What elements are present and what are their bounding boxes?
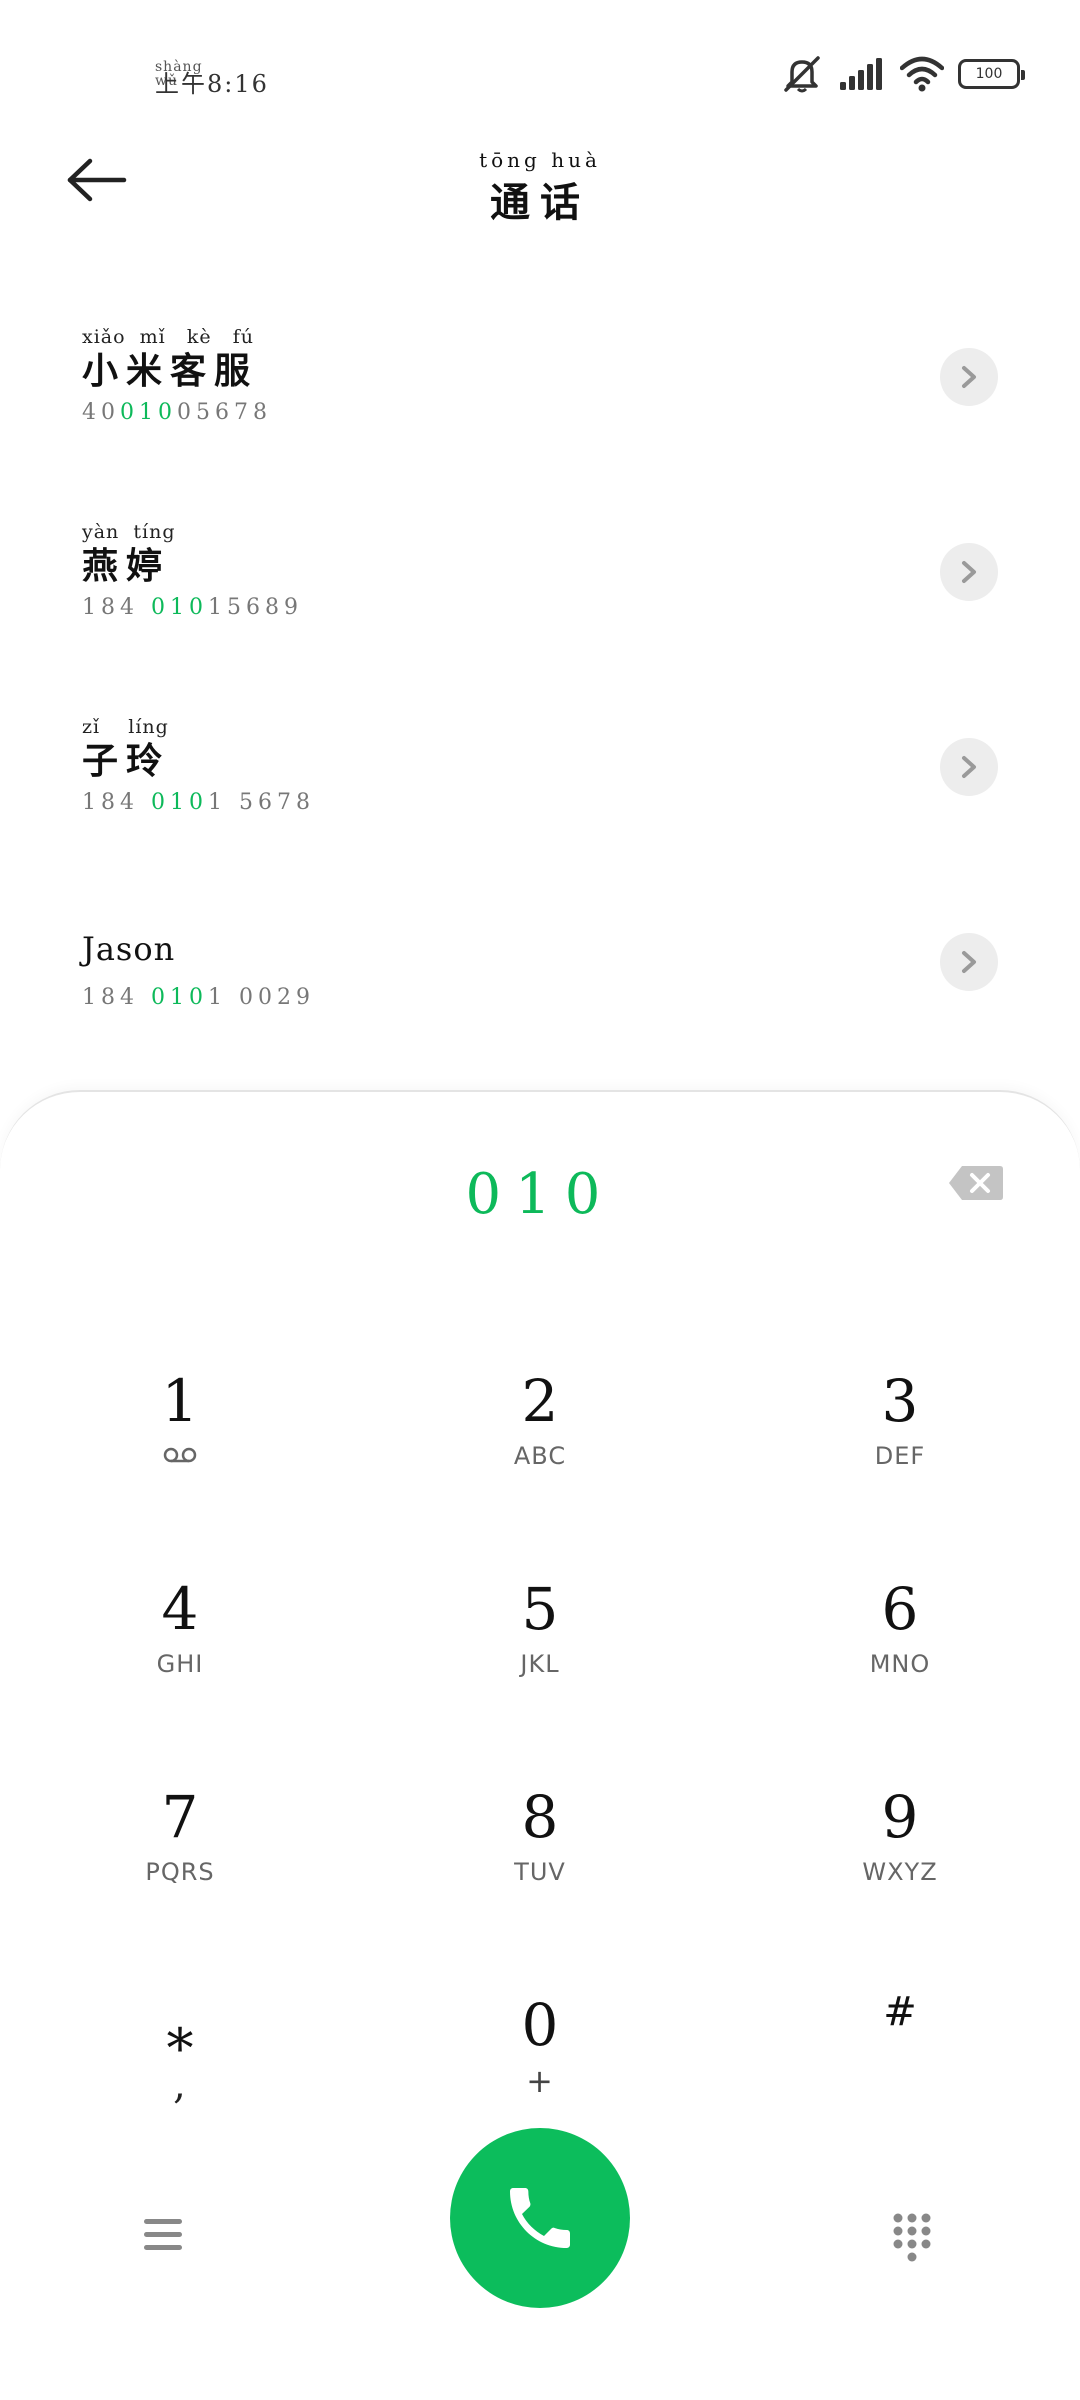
key-letters: TUV [514,1858,566,1886]
mute-icon [784,56,820,93]
bottom-bar [0,2120,1080,2320]
key-digit: 9 [881,1783,919,1851]
key-3[interactable]: 3 DEF [760,1372,1040,1542]
contact-row[interactable]: yàn tíng 燕婷 184 01015689 [0,495,1080,685]
contact-row[interactable]: Jason 184 0101 0029 [0,885,1080,1075]
signal-icon [840,58,882,90]
key-letters: , [173,2062,187,2108]
contact-number-match: 010 [150,790,208,815]
key-digit: 8 [521,1783,559,1851]
key-letters [40,1442,320,1470]
contact-number: 184 0101 5678 [82,790,315,815]
key-letters: ABC [513,1442,567,1470]
contact-number-suffix: 05678 [177,400,272,425]
voicemail-icon [163,1447,197,1463]
battery-icon: 100 [958,59,1025,89]
key-digit: 3 [881,1367,919,1435]
contact-number-suffix: 15689 [207,595,303,620]
key-letters: DEF [874,1442,926,1470]
key-5[interactable]: 5 JKL [400,1580,680,1750]
contact-number-prefix: 40 [82,400,120,425]
contact-name: Jason [82,930,176,968]
key-digit: 0 [521,1991,559,2059]
contact-number-match: 010 [120,400,177,425]
menu-icon [144,2219,182,2250]
key-digit: 1 [161,1367,199,1435]
key-2[interactable]: 2 ABC [400,1372,680,1542]
keypad-toggle-button[interactable] [890,2210,940,2270]
phone-icon [510,2188,570,2248]
contact-number: 184 01015689 [82,595,303,620]
contact-name: 小米客服 [82,350,259,392]
contact-row[interactable]: xiǎo mǐ kè fú 小米客服 4001005678 [0,300,1080,490]
backspace-icon [949,1166,1003,1200]
contact-number-match: 010 [150,985,208,1010]
key-digit: # [883,1989,917,2035]
key-1[interactable]: 1 [40,1372,320,1542]
page-title-text: 通话 [490,179,590,226]
key-digit: 7 [161,1783,199,1851]
key-letters: MNO [869,1650,931,1678]
call-button[interactable] [450,2128,630,2308]
contact-number: 184 0101 0029 [82,985,315,1010]
key-7[interactable]: 7 PQRS [40,1788,320,1958]
battery-level: 100 [975,66,1003,82]
menu-button[interactable] [140,2215,190,2265]
key-letters: WXYZ [862,1858,938,1886]
contact-detail-button[interactable] [940,543,998,601]
key-letters: + [526,2062,554,2100]
key-letters: PQRS [145,1858,215,1886]
chevron-right-icon [962,561,976,583]
page-title: tōng huà 通话 [0,148,1080,228]
contact-number: 4001005678 [82,400,272,425]
header: tōng huà 通话 [0,140,1080,240]
contact-number-prefix: 184 [82,790,151,815]
contact-number-prefix: 184 [82,985,151,1010]
chevron-right-icon [962,366,976,388]
status-bar: shàng wǔ 上午8:16 100 [0,0,1080,120]
contact-detail-button[interactable] [940,738,998,796]
page-title-ruby: tōng huà [479,148,601,172]
chevron-right-icon [962,756,976,778]
contact-detail-button[interactable] [940,348,998,406]
contact-number-match: 010 [150,595,208,620]
wifi-icon [900,56,944,92]
dialed-number: 010 [465,1162,615,1227]
contact-number-suffix: 1 5678 [207,790,315,815]
key-4[interactable]: 4 GHI [40,1580,320,1750]
key-digit: 4 [161,1575,199,1643]
key-digit: 2 [521,1367,559,1435]
key-6[interactable]: 6 MNO [760,1580,1040,1750]
contact-row[interactable]: zǐ líng 子玲 184 0101 5678 [0,690,1080,880]
status-time-text: 上午8:16 [155,70,269,98]
backspace-button[interactable] [948,1164,1004,1202]
key-9[interactable]: 9 WXYZ [760,1788,1040,1958]
contact-name: 子玲 [82,740,171,782]
chevron-right-icon [962,951,976,973]
status-icons: 100 [780,52,1025,96]
contact-number-suffix: 1 0029 [207,985,315,1010]
contact-detail-button[interactable] [940,933,998,991]
key-8[interactable]: 8 TUV [400,1788,680,1958]
key-letters: GHI [156,1650,204,1678]
key-digit: 5 [521,1575,559,1643]
contact-number-prefix: 184 [82,595,151,620]
dialpad-icon [893,2213,931,2262]
key-digit: 6 [881,1575,919,1643]
contact-name: 燕婷 [82,545,171,587]
key-letters: JKL [520,1650,560,1678]
